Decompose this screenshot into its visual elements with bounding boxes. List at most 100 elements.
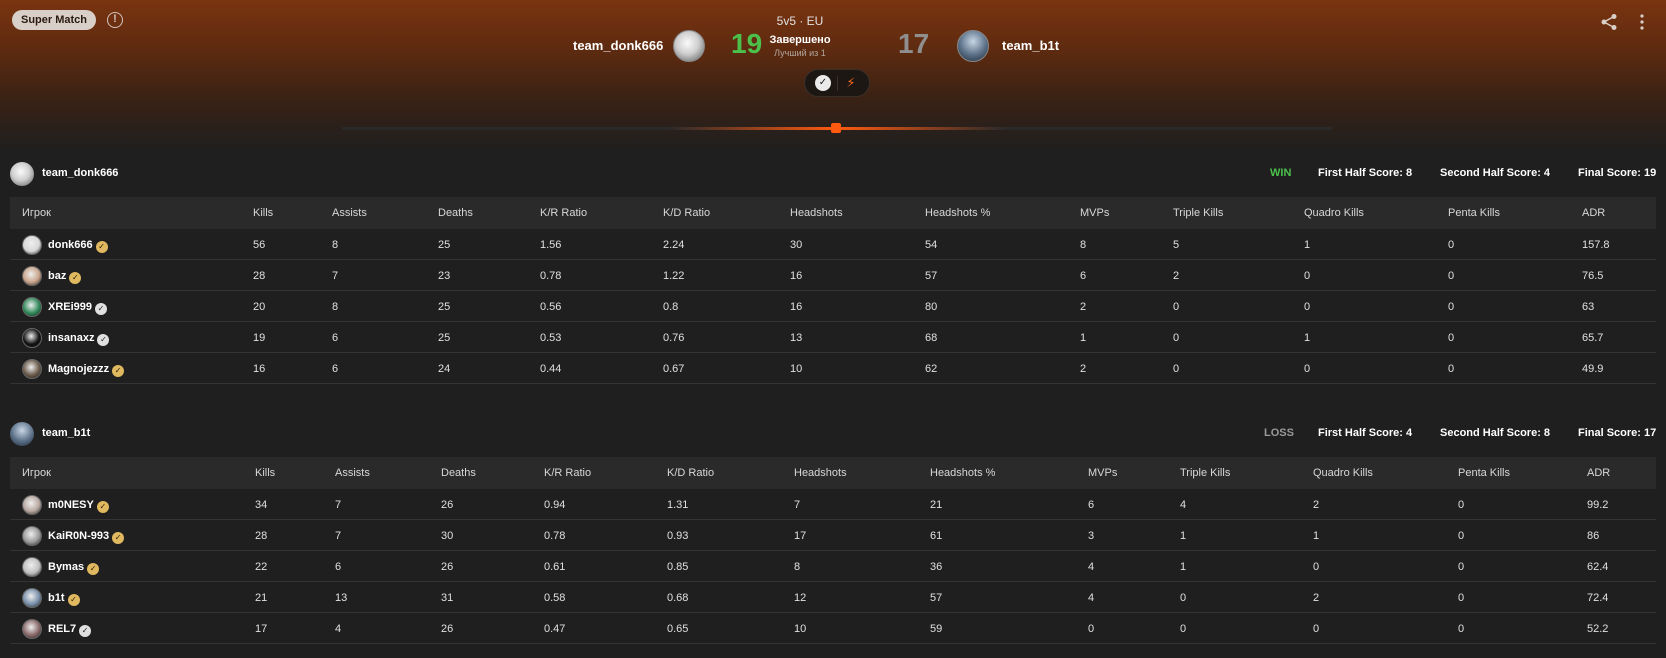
column-header[interactable]: Assists <box>332 207 367 219</box>
stat-cell: 59 <box>930 623 943 635</box>
player-name[interactable]: insanaxz ✓ <box>48 332 110 346</box>
verified-badge-icon: ✓ <box>95 241 108 253</box>
stat-cell: 23 <box>438 270 451 282</box>
stat-cell: 56 <box>253 239 266 251</box>
table-row[interactable]: baz ✓ 28 7 23 0.78 1.22 16 57 6 2 0 0 76.5 <box>10 260 1656 291</box>
column-header[interactable]: ADR <box>1582 207 1605 219</box>
bolt-icon[interactable]: ⚡ <box>843 75 859 91</box>
info-icon[interactable]: ! <box>107 12 123 28</box>
team2-score: 17 <box>898 28 930 59</box>
table-row[interactable]: XREi999 ✓ 20 8 25 0.56 0.8 16 80 2 0 0 0 63 <box>10 291 1656 322</box>
stat-cell: 62 <box>925 363 938 375</box>
player-name[interactable]: donk666 ✓ <box>48 239 108 253</box>
player-avatar[interactable] <box>22 328 42 348</box>
column-header[interactable]: K/D Ratio <box>667 467 714 479</box>
column-header[interactable]: Quadro Kills <box>1313 467 1373 479</box>
player-avatar[interactable] <box>22 297 42 317</box>
column-header[interactable]: Kills <box>253 207 273 219</box>
stat-cell: 16 <box>253 363 266 375</box>
stat-cell: 19 <box>253 332 266 344</box>
view-toggle: ✓ ⚡ <box>804 69 870 97</box>
column-header[interactable]: Kills <box>255 467 275 479</box>
more-options-icon[interactable] <box>1638 13 1646 31</box>
player-avatar[interactable] <box>22 557 42 577</box>
player-avatar[interactable] <box>22 235 42 255</box>
column-header[interactable]: ADR <box>1587 467 1610 479</box>
stat-cell: 0 <box>1180 623 1187 635</box>
player-name[interactable]: REL7 ✓ <box>48 623 92 637</box>
column-header[interactable]: Deaths <box>441 467 476 479</box>
stat-cell: 86 <box>1587 530 1600 542</box>
stat-cell: 26 <box>441 623 454 635</box>
column-header[interactable]: Headshots % <box>930 467 995 479</box>
table-row[interactable]: m0NESY ✓ 34 7 26 0.94 1.31 7 21 6 4 2 0 99.2 <box>10 489 1656 520</box>
player-name[interactable]: KaiR0N-993 ✓ <box>48 530 125 544</box>
column-header[interactable]: Headshots % <box>925 207 990 219</box>
player-avatar[interactable] <box>22 359 42 379</box>
table-row[interactable]: Magnojezzz ✓ 16 6 24 0.44 0.67 10 62 2 0 0 0 49.9 <box>10 353 1656 384</box>
player-name[interactable]: baz ✓ <box>48 270 82 284</box>
stat-cell: 99.2 <box>1587 499 1609 511</box>
stat-cell: 26 <box>441 561 454 573</box>
super-match-badge: Super Match <box>12 10 97 30</box>
team2-avatar[interactable] <box>957 30 989 62</box>
column-header[interactable]: Deaths <box>438 207 473 219</box>
player-name[interactable]: Magnojezzz ✓ <box>48 363 125 377</box>
table-row[interactable]: Bymas ✓ 22 6 26 0.61 0.85 8 36 4 1 0 0 62.4 <box>10 551 1656 582</box>
team1-header-name[interactable]: team_donk666 <box>42 167 118 179</box>
team2-name[interactable]: team_b1t <box>1002 38 1059 53</box>
column-header[interactable]: MVPs <box>1080 207 1109 219</box>
column-header[interactable]: Headshots <box>794 467 847 479</box>
share-icon[interactable] <box>1600 13 1618 31</box>
player-name[interactable]: b1t ✓ <box>48 592 80 606</box>
stat-cell: 4 <box>1088 561 1095 573</box>
stat-cell: 2 <box>1313 499 1320 511</box>
player-name[interactable]: m0NESY ✓ <box>48 499 109 513</box>
player-name[interactable]: Bymas ✓ <box>48 561 100 575</box>
column-header[interactable]: Penta Kills <box>1448 207 1500 219</box>
table-row[interactable]: b1t ✓ 21 13 31 0.58 0.68 12 57 4 0 2 0 72.4 <box>10 582 1656 613</box>
stat-cell: 28 <box>255 530 268 542</box>
team1-result: WIN <box>1270 167 1292 179</box>
table-row[interactable]: KaiR0N-993 ✓ 28 7 30 0.78 0.93 17 61 3 1 1 0 86 <box>10 520 1656 551</box>
column-header[interactable]: K/D Ratio <box>663 207 710 219</box>
stat-cell: 1 <box>1180 561 1187 573</box>
column-header[interactable]: Quadro Kills <box>1304 207 1364 219</box>
table-header: Игрок Kills Assists Deaths K/R Ratio K/D Rati… <box>10 197 1656 229</box>
stat-cell: 0.61 <box>544 561 566 573</box>
column-header[interactable]: Игрок <box>22 467 51 479</box>
player-avatar[interactable] <box>22 495 42 515</box>
player-avatar[interactable] <box>22 526 42 546</box>
table-row[interactable]: donk666 ✓ 56 8 25 1.56 2.24 30 54 8 5 1 0 157.8 <box>10 229 1656 260</box>
stat-cell: 76.5 <box>1582 270 1604 282</box>
column-header[interactable]: Игрок <box>22 207 51 219</box>
column-header[interactable]: K/R Ratio <box>544 467 591 479</box>
stat-cell: 1.56 <box>540 239 562 251</box>
team2-header-name[interactable]: team_b1t <box>42 427 90 439</box>
stat-cell: 0.67 <box>663 363 685 375</box>
round-progress-thumb[interactable] <box>831 123 841 133</box>
player-avatar[interactable] <box>22 266 42 286</box>
stat-cell: 0 <box>1448 301 1455 313</box>
column-header[interactable]: Penta Kills <box>1458 467 1510 479</box>
stat-cell: 21 <box>930 499 943 511</box>
stat-cell: 8 <box>332 239 339 251</box>
team1-name[interactable]: team_donk666 <box>573 38 663 53</box>
player-name[interactable]: XREi999 ✓ <box>48 301 108 315</box>
stat-cell: 13 <box>790 332 803 344</box>
stat-cell: 22 <box>255 561 268 573</box>
table-row[interactable]: insanaxz ✓ 19 6 25 0.53 0.76 13 68 1 0 1 0 65.7 <box>10 322 1656 353</box>
column-header[interactable]: Triple Kills <box>1180 467 1230 479</box>
stat-cell: 26 <box>441 499 454 511</box>
column-header[interactable]: K/R Ratio <box>540 207 587 219</box>
column-header[interactable]: Triple Kills <box>1173 207 1223 219</box>
column-header[interactable]: MVPs <box>1088 467 1117 479</box>
table-row[interactable]: REL7 ✓ 17 4 26 0.47 0.65 10 59 0 0 0 0 52.2 <box>10 613 1656 644</box>
column-header[interactable]: Headshots <box>790 207 843 219</box>
stat-cell: 31 <box>441 592 454 604</box>
verified-toggle-icon[interactable]: ✓ <box>815 75 831 91</box>
column-header[interactable]: Assists <box>335 467 370 479</box>
player-avatar[interactable] <box>22 619 42 639</box>
player-avatar[interactable] <box>22 588 42 608</box>
stat-cell: 6 <box>1088 499 1095 511</box>
